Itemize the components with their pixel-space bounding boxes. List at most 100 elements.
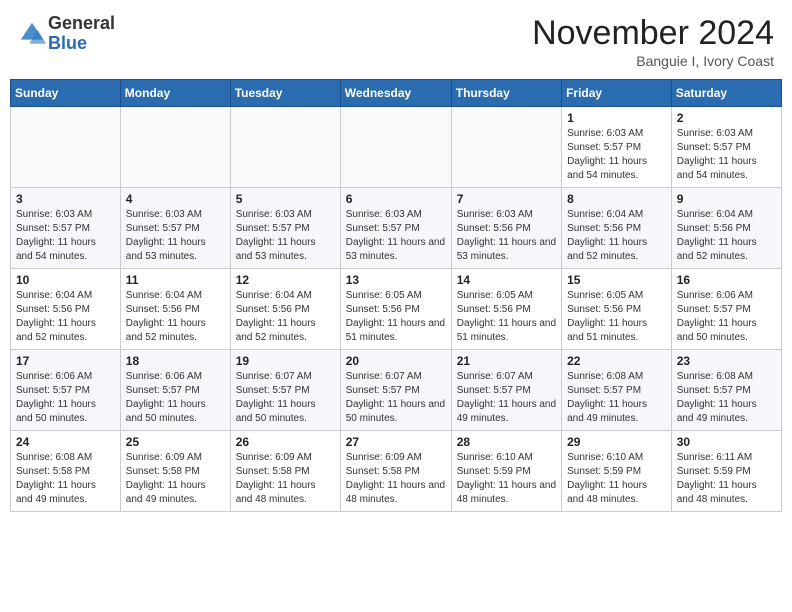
day-number: 19	[236, 354, 335, 368]
day-info: Sunrise: 6:09 AMSunset: 5:58 PMDaylight:…	[346, 452, 445, 505]
day-info: Sunrise: 6:03 AMSunset: 5:57 PMDaylight:…	[677, 128, 757, 181]
calendar-cell: 9 Sunrise: 6:04 AMSunset: 5:56 PMDayligh…	[671, 188, 781, 269]
day-number: 29	[567, 435, 666, 449]
logo-general-text: General	[48, 14, 115, 34]
calendar-cell: 1 Sunrise: 6:03 AMSunset: 5:57 PMDayligh…	[562, 107, 672, 188]
day-info: Sunrise: 6:03 AMSunset: 5:56 PMDaylight:…	[457, 209, 556, 262]
day-info: Sunrise: 6:04 AMSunset: 5:56 PMDaylight:…	[16, 290, 96, 343]
day-info: Sunrise: 6:07 AMSunset: 5:57 PMDaylight:…	[346, 371, 445, 424]
day-info: Sunrise: 6:04 AMSunset: 5:56 PMDaylight:…	[567, 209, 647, 262]
day-number: 11	[126, 273, 225, 287]
calendar-cell: 19 Sunrise: 6:07 AMSunset: 5:57 PMDaylig…	[230, 350, 340, 431]
day-info: Sunrise: 6:05 AMSunset: 5:56 PMDaylight:…	[346, 290, 445, 343]
day-number: 14	[457, 273, 556, 287]
day-number: 5	[236, 192, 335, 206]
day-number: 15	[567, 273, 666, 287]
calendar-cell: 15 Sunrise: 6:05 AMSunset: 5:56 PMDaylig…	[562, 269, 672, 350]
calendar-cell: 10 Sunrise: 6:04 AMSunset: 5:56 PMDaylig…	[11, 269, 121, 350]
calendar-cell: 11 Sunrise: 6:04 AMSunset: 5:56 PMDaylig…	[120, 269, 230, 350]
day-info: Sunrise: 6:09 AMSunset: 5:58 PMDaylight:…	[236, 452, 316, 505]
calendar-cell: 30 Sunrise: 6:11 AMSunset: 5:59 PMDaylig…	[671, 431, 781, 512]
week-row-5: 24 Sunrise: 6:08 AMSunset: 5:58 PMDaylig…	[11, 431, 782, 512]
day-number: 9	[677, 192, 776, 206]
week-row-1: 1 Sunrise: 6:03 AMSunset: 5:57 PMDayligh…	[11, 107, 782, 188]
calendar-cell: 3 Sunrise: 6:03 AMSunset: 5:57 PMDayligh…	[11, 188, 121, 269]
page-header: General Blue November 2024 Banguie I, Iv…	[10, 10, 782, 73]
week-row-2: 3 Sunrise: 6:03 AMSunset: 5:57 PMDayligh…	[11, 188, 782, 269]
day-info: Sunrise: 6:03 AMSunset: 5:57 PMDaylight:…	[567, 128, 647, 181]
day-info: Sunrise: 6:09 AMSunset: 5:58 PMDaylight:…	[126, 452, 206, 505]
location-text: Banguie I, Ivory Coast	[532, 53, 774, 69]
day-info: Sunrise: 6:04 AMSunset: 5:56 PMDaylight:…	[126, 290, 206, 343]
day-number: 2	[677, 111, 776, 125]
calendar-table: SundayMondayTuesdayWednesdayThursdayFrid…	[10, 79, 782, 512]
title-block: November 2024 Banguie I, Ivory Coast	[532, 14, 774, 69]
weekday-header-wednesday: Wednesday	[340, 80, 451, 107]
calendar-cell	[120, 107, 230, 188]
day-number: 27	[346, 435, 446, 449]
day-number: 20	[346, 354, 446, 368]
weekday-header-thursday: Thursday	[451, 80, 561, 107]
calendar-cell	[451, 107, 561, 188]
day-info: Sunrise: 6:10 AMSunset: 5:59 PMDaylight:…	[457, 452, 556, 505]
day-info: Sunrise: 6:06 AMSunset: 5:57 PMDaylight:…	[126, 371, 206, 424]
weekday-header-friday: Friday	[562, 80, 672, 107]
calendar-cell: 8 Sunrise: 6:04 AMSunset: 5:56 PMDayligh…	[562, 188, 672, 269]
day-info: Sunrise: 6:04 AMSunset: 5:56 PMDaylight:…	[236, 290, 316, 343]
day-number: 13	[346, 273, 446, 287]
calendar-cell: 6 Sunrise: 6:03 AMSunset: 5:57 PMDayligh…	[340, 188, 451, 269]
day-info: Sunrise: 6:03 AMSunset: 5:57 PMDaylight:…	[236, 209, 316, 262]
day-number: 7	[457, 192, 556, 206]
calendar-cell: 22 Sunrise: 6:08 AMSunset: 5:57 PMDaylig…	[562, 350, 672, 431]
day-number: 24	[16, 435, 115, 449]
day-number: 8	[567, 192, 666, 206]
day-info: Sunrise: 6:08 AMSunset: 5:58 PMDaylight:…	[16, 452, 96, 505]
day-info: Sunrise: 6:04 AMSunset: 5:56 PMDaylight:…	[677, 209, 757, 262]
day-number: 6	[346, 192, 446, 206]
calendar-cell	[11, 107, 121, 188]
calendar-cell: 16 Sunrise: 6:06 AMSunset: 5:57 PMDaylig…	[671, 269, 781, 350]
calendar-cell: 12 Sunrise: 6:04 AMSunset: 5:56 PMDaylig…	[230, 269, 340, 350]
calendar-cell: 26 Sunrise: 6:09 AMSunset: 5:58 PMDaylig…	[230, 431, 340, 512]
logo: General Blue	[18, 14, 115, 54]
calendar-cell: 2 Sunrise: 6:03 AMSunset: 5:57 PMDayligh…	[671, 107, 781, 188]
day-number: 16	[677, 273, 776, 287]
calendar-cell: 25 Sunrise: 6:09 AMSunset: 5:58 PMDaylig…	[120, 431, 230, 512]
weekday-header-saturday: Saturday	[671, 80, 781, 107]
weekday-header-tuesday: Tuesday	[230, 80, 340, 107]
calendar-cell: 7 Sunrise: 6:03 AMSunset: 5:56 PMDayligh…	[451, 188, 561, 269]
week-row-3: 10 Sunrise: 6:04 AMSunset: 5:56 PMDaylig…	[11, 269, 782, 350]
day-number: 1	[567, 111, 666, 125]
calendar-cell: 21 Sunrise: 6:07 AMSunset: 5:57 PMDaylig…	[451, 350, 561, 431]
calendar-cell	[230, 107, 340, 188]
day-number: 25	[126, 435, 225, 449]
day-info: Sunrise: 6:05 AMSunset: 5:56 PMDaylight:…	[457, 290, 556, 343]
weekday-header-monday: Monday	[120, 80, 230, 107]
day-number: 3	[16, 192, 115, 206]
day-number: 10	[16, 273, 115, 287]
calendar-cell: 18 Sunrise: 6:06 AMSunset: 5:57 PMDaylig…	[120, 350, 230, 431]
day-number: 4	[126, 192, 225, 206]
day-number: 18	[126, 354, 225, 368]
day-info: Sunrise: 6:06 AMSunset: 5:57 PMDaylight:…	[677, 290, 757, 343]
month-title: November 2024	[532, 14, 774, 53]
day-number: 26	[236, 435, 335, 449]
day-number: 30	[677, 435, 776, 449]
calendar-cell: 23 Sunrise: 6:08 AMSunset: 5:57 PMDaylig…	[671, 350, 781, 431]
day-number: 21	[457, 354, 556, 368]
calendar-cell: 28 Sunrise: 6:10 AMSunset: 5:59 PMDaylig…	[451, 431, 561, 512]
calendar-cell: 29 Sunrise: 6:10 AMSunset: 5:59 PMDaylig…	[562, 431, 672, 512]
day-info: Sunrise: 6:07 AMSunset: 5:57 PMDaylight:…	[236, 371, 316, 424]
calendar-cell: 5 Sunrise: 6:03 AMSunset: 5:57 PMDayligh…	[230, 188, 340, 269]
day-info: Sunrise: 6:06 AMSunset: 5:57 PMDaylight:…	[16, 371, 96, 424]
calendar-cell: 20 Sunrise: 6:07 AMSunset: 5:57 PMDaylig…	[340, 350, 451, 431]
calendar-cell	[340, 107, 451, 188]
calendar-cell: 4 Sunrise: 6:03 AMSunset: 5:57 PMDayligh…	[120, 188, 230, 269]
day-number: 17	[16, 354, 115, 368]
calendar-cell: 24 Sunrise: 6:08 AMSunset: 5:58 PMDaylig…	[11, 431, 121, 512]
calendar-cell: 13 Sunrise: 6:05 AMSunset: 5:56 PMDaylig…	[340, 269, 451, 350]
day-info: Sunrise: 6:05 AMSunset: 5:56 PMDaylight:…	[567, 290, 647, 343]
logo-blue-text: Blue	[48, 34, 115, 54]
calendar-cell: 27 Sunrise: 6:09 AMSunset: 5:58 PMDaylig…	[340, 431, 451, 512]
week-row-4: 17 Sunrise: 6:06 AMSunset: 5:57 PMDaylig…	[11, 350, 782, 431]
